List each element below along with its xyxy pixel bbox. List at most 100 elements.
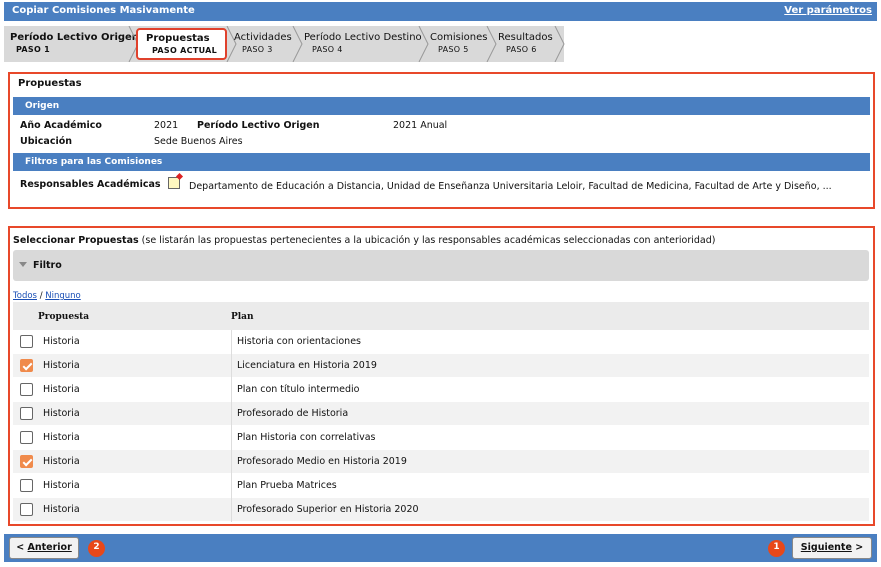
selection-note: (se listarán las propuestas pertenecient… bbox=[141, 235, 716, 246]
row-checkbox[interactable] bbox=[20, 335, 33, 348]
filter-label: Filtro bbox=[33, 260, 62, 271]
select-none-link[interactable]: Ninguno bbox=[45, 291, 80, 301]
row-plan: Plan con título intermedio bbox=[237, 384, 360, 395]
row-checkbox[interactable] bbox=[20, 407, 33, 420]
row-checkbox[interactable] bbox=[20, 455, 33, 468]
siguiente-suffix: > bbox=[851, 542, 864, 553]
table-row[interactable]: Historia Plan con título intermedio bbox=[13, 378, 869, 402]
row-checkbox[interactable] bbox=[20, 479, 33, 492]
row-plan: Plan Historia con correlativas bbox=[237, 432, 376, 443]
row-divider bbox=[231, 474, 232, 498]
origen-header: Origen bbox=[13, 97, 870, 115]
row-propuesta: Historia bbox=[43, 360, 80, 371]
row-divider bbox=[231, 402, 232, 426]
row-plan: Plan Prueba Matrices bbox=[237, 480, 337, 491]
row-propuesta: Historia bbox=[43, 456, 80, 467]
ubicacion-label: Ubicación bbox=[20, 136, 72, 147]
step-3[interactable]: Actividades PASO 3 bbox=[234, 26, 292, 62]
step-separator-icon bbox=[554, 26, 565, 62]
periodo-value: 2021 Anual bbox=[393, 120, 448, 131]
row-plan: Licenciatura en Historia 2019 bbox=[237, 360, 377, 371]
links-separator: / bbox=[39, 291, 43, 301]
row-plan: Profesorado Medio en Historia 2019 bbox=[237, 456, 407, 467]
triangle-down-icon bbox=[19, 262, 27, 267]
step-6[interactable]: Resultados PASO 6 bbox=[498, 26, 553, 62]
step-3-name: Actividades bbox=[234, 32, 292, 43]
row-propuesta: Historia bbox=[43, 504, 80, 515]
row-divider bbox=[231, 426, 232, 450]
filter-toggle[interactable]: Filtro bbox=[13, 250, 869, 281]
siguiente-label: Siguiente bbox=[800, 542, 852, 553]
table-row[interactable]: Historia Licenciatura en Historia 2019 bbox=[13, 354, 869, 378]
row-propuesta: Historia bbox=[43, 408, 80, 419]
step-5[interactable]: Comisiones PASO 5 bbox=[430, 26, 487, 62]
table-row[interactable]: Historia Historia con orientaciones bbox=[13, 330, 869, 354]
table-row[interactable]: Historia Profesorado de Historia bbox=[13, 402, 869, 426]
step-4[interactable]: Período Lectivo Destino PASO 4 bbox=[304, 26, 422, 62]
row-divider bbox=[231, 450, 232, 474]
edit-note-icon[interactable] bbox=[168, 177, 180, 189]
table-row[interactable]: Historia Profesorado Superior en Historia… bbox=[13, 498, 869, 522]
table-row[interactable]: Historia Plan Historia con correlativas bbox=[13, 426, 869, 450]
step-5-name: Comisiones bbox=[430, 32, 488, 43]
footer-bar: < Anterior 2 1 Siguiente > bbox=[4, 534, 877, 562]
step-6-name: Resultados bbox=[498, 32, 553, 43]
summary-panel: Propuestas Origen Año Académico 2021 Per… bbox=[8, 72, 875, 209]
wizard-steps: Período Lectivo Origen PASO 1 Propuestas… bbox=[4, 24, 877, 64]
step-2-current[interactable]: Propuestas PASO ACTUAL bbox=[136, 28, 228, 60]
col-propuesta-header: Propuesta bbox=[38, 312, 90, 322]
select-links: Todos / Ninguno bbox=[13, 291, 81, 301]
anio-value: 2021 bbox=[154, 120, 179, 131]
anterior-prefix: < bbox=[16, 542, 28, 553]
step-separator-icon bbox=[418, 26, 429, 62]
ubicacion-value: Sede Buenos Aires bbox=[154, 136, 243, 147]
selection-title: Seleccionar Propuestas (se listarán las … bbox=[13, 235, 715, 246]
responsables-label: Responsables Académicas bbox=[20, 179, 161, 190]
window-title: Copiar Comisiones Masivamente bbox=[12, 5, 195, 16]
table-header: Propuesta Plan bbox=[13, 302, 869, 330]
row-plan: Profesorado Superior en Historia 2020 bbox=[237, 504, 419, 515]
step-2-name: Propuestas bbox=[146, 33, 210, 44]
table-row[interactable]: Historia Profesorado Medio en Historia 20… bbox=[13, 450, 869, 474]
row-checkbox[interactable] bbox=[20, 383, 33, 396]
anio-label: Año Académico bbox=[20, 120, 102, 131]
row-propuesta: Historia bbox=[43, 384, 80, 395]
row-plan: Historia con orientaciones bbox=[237, 336, 361, 347]
row-checkbox[interactable] bbox=[20, 503, 33, 516]
step-1[interactable]: Período Lectivo Origen PASO 1 bbox=[10, 26, 139, 62]
anterior-label: Anterior bbox=[27, 542, 72, 553]
row-plan: Profesorado de Historia bbox=[237, 408, 349, 419]
filtros-header: Filtros para las Comisiones bbox=[13, 153, 870, 171]
ver-parametros-link[interactable]: Ver parámetros bbox=[784, 5, 872, 16]
step-separator-icon bbox=[292, 26, 303, 62]
selection-title-bold: Seleccionar Propuestas bbox=[13, 235, 139, 246]
step-2-sub: PASO ACTUAL bbox=[152, 46, 218, 55]
row-divider bbox=[231, 378, 232, 402]
step-5-sub: PASO 5 bbox=[438, 45, 469, 54]
responsables-value: Departamento de Educación a Distancia, U… bbox=[189, 181, 832, 192]
siguiente-button[interactable]: Siguiente > bbox=[792, 537, 872, 559]
window-title-bar: Copiar Comisiones Masivamente Ver paráme… bbox=[4, 2, 877, 21]
select-all-link[interactable]: Todos bbox=[13, 291, 37, 301]
step-6-sub: PASO 6 bbox=[506, 45, 537, 54]
row-propuesta: Historia bbox=[43, 336, 80, 347]
propuestas-table: Propuesta Plan Historia Historia con orie… bbox=[13, 302, 869, 522]
table-row[interactable]: Historia Plan Prueba Matrices bbox=[13, 474, 869, 498]
periodo-label: Período Lectivo Origen bbox=[197, 120, 320, 131]
row-propuesta: Historia bbox=[43, 480, 80, 491]
step-1-sub: PASO 1 bbox=[16, 45, 51, 54]
step-4-name: Período Lectivo Destino bbox=[304, 32, 422, 43]
row-checkbox[interactable] bbox=[20, 359, 33, 372]
step-1-name: Período Lectivo Origen bbox=[10, 32, 139, 43]
row-divider bbox=[231, 498, 232, 522]
step-3-sub: PASO 3 bbox=[242, 45, 273, 54]
row-checkbox[interactable] bbox=[20, 431, 33, 444]
row-divider bbox=[231, 330, 232, 354]
step-separator-icon bbox=[486, 26, 497, 62]
row-propuesta: Historia bbox=[43, 432, 80, 443]
step-4-sub: PASO 4 bbox=[312, 45, 343, 54]
row-divider bbox=[231, 354, 232, 378]
table-body: Historia Historia con orientaciones Histor… bbox=[13, 330, 869, 522]
anterior-button[interactable]: < Anterior bbox=[9, 537, 79, 559]
summary-title: Propuestas bbox=[18, 78, 82, 89]
